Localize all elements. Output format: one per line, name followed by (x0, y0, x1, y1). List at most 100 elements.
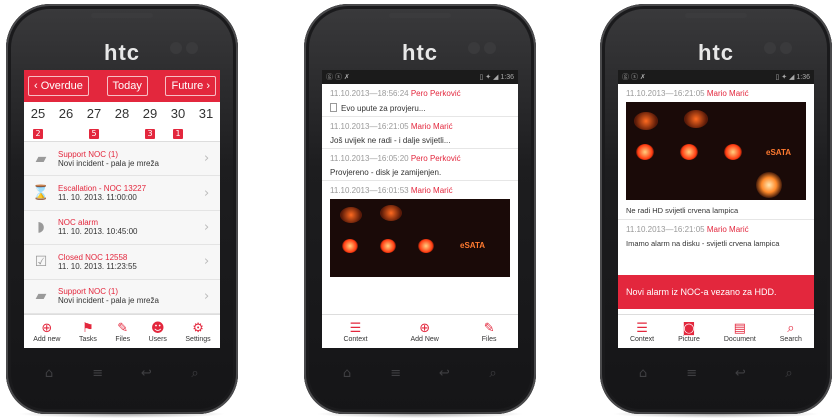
settings-button[interactable]: ⚙ Settings (185, 321, 210, 343)
overdue-button[interactable]: ‹ Overdue (28, 76, 89, 96)
item-title: NOC alarm (58, 218, 99, 228)
hardware-keys: ⌂ ≡ ↩ ⌕ (628, 360, 804, 386)
gear-icon: ⚙ (192, 320, 204, 336)
message-author: Mario Marić (410, 122, 453, 131)
toolbar-label: Context (343, 335, 368, 343)
day-strip: 25 2 26 27 5 28 29 3 30 1 31 (24, 102, 220, 142)
menu-key-icon[interactable]: ≡ (677, 366, 707, 381)
today-button[interactable]: Today (106, 76, 148, 96)
status-left: ⓖ ⓢ ✗ (622, 74, 646, 81)
add-new-button[interactable]: ⊕ Add new (33, 321, 60, 343)
camera-icon (170, 42, 182, 54)
files-button[interactable]: ✎ Files (115, 321, 130, 343)
photo-caption: Ne radi HD svijetli crvena lampica (626, 206, 739, 215)
message-time: 11.10.2013—16:01:53 (330, 186, 409, 195)
message-time: 11.10.2013—18:56:24 (330, 89, 409, 98)
toolbar-label: Search (779, 335, 802, 343)
message-author: Mario Marić (706, 225, 749, 234)
message-author: Pero Perković (410, 154, 461, 163)
message-item[interactable]: 11.10.2013—16:05:20 Pero Perković Provje… (322, 149, 518, 181)
paperclip-icon: ✎ (483, 320, 495, 336)
brand-logo: htc (104, 40, 140, 65)
future-button[interactable]: Future › (165, 76, 216, 96)
photo-attachment[interactable]: eSATA (330, 199, 510, 277)
context-button[interactable]: ☰ Context (630, 321, 654, 343)
back-key-icon[interactable]: ↩ (725, 366, 755, 381)
list-item[interactable]: ⌛ Escallation - NOC 13227 11. 10. 2013. 1… (24, 176, 220, 211)
date-nav-bar: ‹ Overdue Today Future › (24, 70, 220, 102)
message-header: 11.10.2013—18:56:24 Pero Perković (330, 89, 510, 98)
list-item[interactable]: ◗ NOC alarm 11. 10. 2013. 10:45:00 › (24, 210, 220, 246)
day-item[interactable]: 25 2 (27, 106, 49, 140)
photo-label: eSATA (766, 148, 792, 157)
message-author: Mario Marić (410, 186, 453, 195)
day-number: 25 (30, 106, 46, 121)
bottom-toolbar: ☰ Context ◙ Picture ▤ Document ⌕ Search (618, 314, 814, 348)
list-item[interactable]: ▰ Support NOC (1) Novi incident - pala je… (24, 142, 220, 177)
message-header: 11.10.2013—16:21:05 Mario Marić (330, 122, 510, 131)
context-button[interactable]: ☰ Context (343, 321, 367, 343)
message-header: 11.10.2013—16:21:05 Mario Marić (626, 225, 806, 234)
day-number: 29 (142, 106, 158, 121)
flag-icon: ⚑ (82, 320, 94, 336)
phone-1: htc ‹ Overdue Today Future › 25 2 26 27 5 … (6, 4, 238, 418)
screen-conversation: ⓖ ⓢ ✗ ▯ ✦ ◢ 1:36 11.10.2013—18:56:24 Pero… (322, 70, 518, 348)
search-key-icon[interactable]: ⌕ (180, 366, 210, 381)
day-item[interactable]: 26 (55, 106, 77, 121)
search-button[interactable]: ⌕ Search (780, 321, 802, 343)
day-item[interactable]: 28 (111, 106, 133, 121)
search-key-icon[interactable]: ⌕ (478, 366, 508, 381)
message-item[interactable]: 11.10.2013—16:21:05 Mario Marić Još uvij… (322, 117, 518, 149)
list-item[interactable]: ▰ Support NOC (1) Novi incident - pala je… (24, 279, 220, 314)
picture-button[interactable]: ◙ Picture (678, 321, 700, 343)
item-subtitle: Novi incident - pala je mreža (58, 296, 159, 306)
message-header: 11.10.2013—16:01:53 Mario Marić (330, 186, 510, 195)
photo-attachment[interactable]: eSATA (626, 102, 806, 200)
chevron-right-icon: › (204, 185, 210, 201)
toolbar-label: Picture (678, 335, 700, 343)
chat-icon: ▰ (35, 150, 47, 167)
day-item[interactable]: 31 (195, 106, 217, 121)
users-button[interactable]: ☻ Users (149, 321, 167, 343)
chevron-right-icon: › (204, 288, 210, 304)
message-item[interactable]: 11.10.2013—16:21:05 Mario Marić eSATA Ne… (618, 84, 814, 220)
toolbar-label: Document (723, 335, 756, 343)
day-badge: 2 (33, 129, 43, 139)
checkbox-icon: ☑ (34, 253, 48, 270)
hourglass-icon: ⌛ (32, 185, 50, 202)
photo-light (684, 110, 708, 128)
menu-key-icon[interactable]: ≡ (381, 366, 411, 381)
toolbar-label: Files (115, 335, 131, 343)
search-key-icon[interactable]: ⌕ (774, 366, 804, 381)
files-button[interactable]: ✎ Files (482, 321, 497, 343)
camera-icon (468, 42, 480, 54)
day-item[interactable]: 29 3 (139, 106, 161, 140)
message-item[interactable]: 11.10.2013—18:56:24 Pero Perković Evo up… (322, 84, 518, 117)
home-key-icon[interactable]: ⌂ (34, 366, 64, 381)
item-title: Closed NOC 12558 (58, 252, 128, 262)
sensor-icon (484, 42, 496, 54)
document-button[interactable]: ▤ Document (724, 321, 756, 343)
day-badge: 3 (145, 129, 155, 139)
chevron-right-icon: › (204, 254, 210, 270)
photo-label: eSATA (460, 241, 486, 250)
day-badge: 1 (173, 129, 183, 139)
back-key-icon[interactable]: ↩ (131, 366, 161, 381)
list-item[interactable]: ☑ Closed NOC 12558 11. 10. 2013. 11:23:55… (24, 245, 220, 280)
day-item[interactable]: 27 5 (83, 106, 105, 140)
item-title: Support NOC (1) (58, 287, 119, 297)
add-new-button[interactable]: ⊕ Add New (410, 321, 438, 343)
alarm-banner[interactable]: Novi alarm iz NOC-a vezano za HDD. (618, 275, 814, 309)
photo-light (636, 144, 654, 160)
day-item[interactable]: 30 1 (167, 106, 189, 140)
home-key-icon[interactable]: ⌂ (332, 366, 362, 381)
message-item[interactable]: 11.10.2013—16:01:53 Mario Marić eSATA (322, 181, 518, 280)
home-key-icon[interactable]: ⌂ (628, 366, 658, 381)
document-icon (330, 103, 337, 112)
tasks-button[interactable]: ⚑ Tasks (79, 321, 97, 343)
back-key-icon[interactable]: ↩ (429, 366, 459, 381)
photo-light (724, 144, 742, 160)
toolbar-label: Settings (185, 335, 211, 343)
message-item[interactable]: 11.10.2013—16:21:05 Mario Marić Imamo al… (618, 220, 814, 251)
menu-key-icon[interactable]: ≡ (83, 366, 113, 381)
